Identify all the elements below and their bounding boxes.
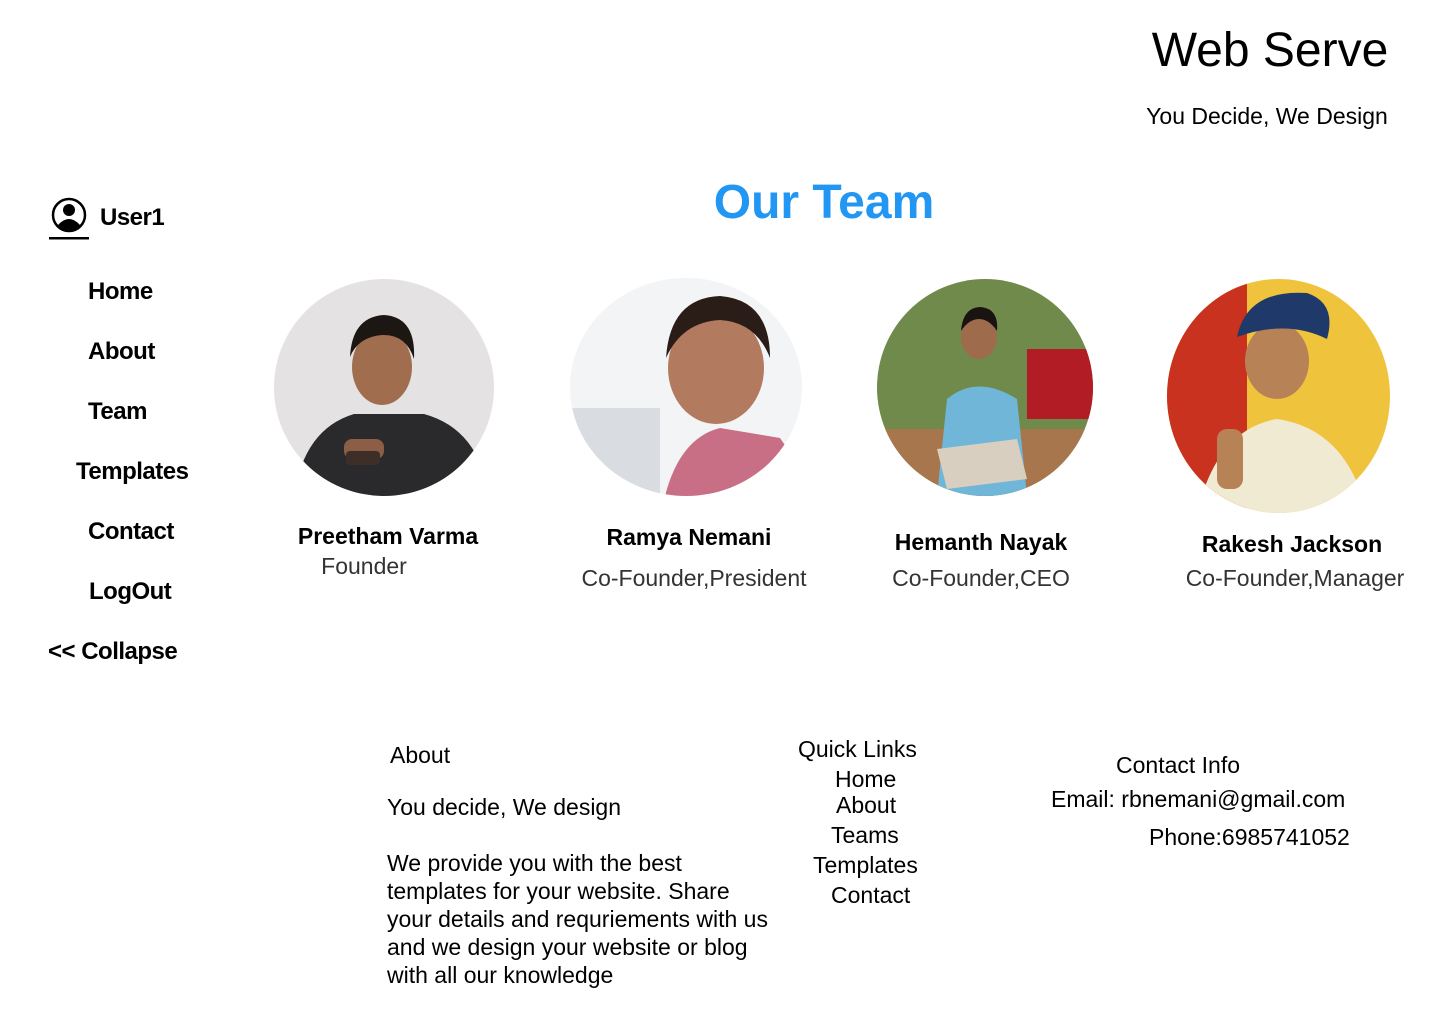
footer-link-home[interactable]: Home <box>835 765 896 793</box>
footer-about-line: your details and requriements with us <box>387 906 768 932</box>
footer-link-contact[interactable]: Contact <box>831 881 910 909</box>
member-photo <box>274 279 494 496</box>
sidebar-item-about[interactable]: About <box>88 337 155 367</box>
footer-contact-phone[interactable]: Phone:6985741052 <box>1149 823 1350 851</box>
sidebar-item-templates[interactable]: Templates <box>76 457 189 487</box>
footer-quick-links-heading: Quick Links <box>798 736 917 762</box>
user-name: User1 <box>100 204 165 231</box>
footer-about-line: and we design your website or blog <box>387 934 748 960</box>
footer-contact-heading: Contact Info <box>1116 752 1241 778</box>
member-role: Co-Founder,President <box>581 565 807 591</box>
member-role: Co-Founder,Manager <box>1185 565 1405 591</box>
user-avatar-icon <box>49 197 89 240</box>
footer-about-heading: About <box>390 742 451 768</box>
sidebar-item-home[interactable]: Home <box>88 277 153 307</box>
brand-tagline: You Decide, We Design <box>1146 103 1388 129</box>
sidebar-item-logout[interactable]: LogOut <box>89 577 172 607</box>
member-name: Preetham Varma <box>297 523 479 549</box>
footer-about-line: with all our knowledge <box>387 962 614 988</box>
footer-link-about[interactable]: About <box>836 791 896 819</box>
member-photo <box>877 279 1093 496</box>
sidebar-item-contact[interactable]: Contact <box>88 517 174 547</box>
sidebar-collapse-button[interactable]: << Collapse <box>48 637 178 667</box>
member-photo <box>570 278 802 496</box>
sidebar-item-team[interactable]: Team <box>88 397 147 427</box>
footer-about-tagline: You decide, We design <box>387 794 622 820</box>
member-role: Co-Founder,CEO <box>892 565 1070 591</box>
footer-link-teams[interactable]: Teams <box>831 821 899 849</box>
footer-link-templates[interactable]: Templates <box>813 851 918 879</box>
footer-contact-email[interactable]: Email: rbnemani@gmail.com <box>1051 785 1345 813</box>
section-title: Our Team <box>713 176 935 229</box>
member-name: Ramya Nemani <box>606 524 772 550</box>
member-photo <box>1167 279 1390 513</box>
member-name: Hemanth Nayak <box>894 529 1068 555</box>
page: Web Serve You Decide, We Design User1 Ho… <box>0 0 1440 1024</box>
footer-about-line: We provide you with the best <box>387 850 682 876</box>
footer-about-line: templates for your website. Share <box>387 878 730 904</box>
member-name: Rakesh Jackson <box>1201 531 1383 557</box>
user-profile[interactable]: User1 <box>48 196 165 240</box>
brand-title: Web Serve <box>1151 24 1389 77</box>
member-role: Founder <box>321 553 407 579</box>
